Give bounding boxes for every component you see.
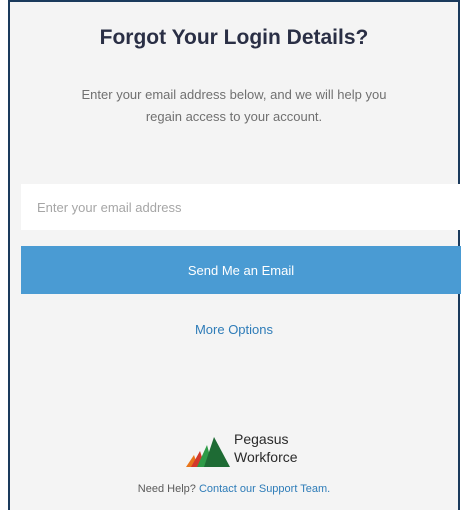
brand-logo: Pegasus Workforce (186, 430, 316, 470)
login-help-panel: Forgot Your Login Details? Enter your em… (8, 0, 461, 510)
pegasus-mountain-logo-icon (186, 437, 230, 467)
help-footer: Need Help? Contact our Support Team. (10, 483, 458, 495)
page-title: Forgot Your Login Details? (99, 26, 369, 49)
help-prefix: Need Help? (137, 483, 196, 495)
brand-name-line2: Workforce (234, 449, 298, 465)
more-options-link[interactable]: More Options (10, 322, 458, 337)
email-input[interactable] (21, 184, 461, 230)
brand-name-line1: Pegasus (234, 431, 289, 447)
brand-name: Pegasus Workforce (234, 430, 298, 466)
contact-support-link[interactable]: Contact our Support Team. (199, 483, 330, 495)
send-email-button[interactable]: Send Me an Email (21, 246, 461, 294)
page-subtitle: Enter your email address below, and we w… (81, 87, 387, 124)
